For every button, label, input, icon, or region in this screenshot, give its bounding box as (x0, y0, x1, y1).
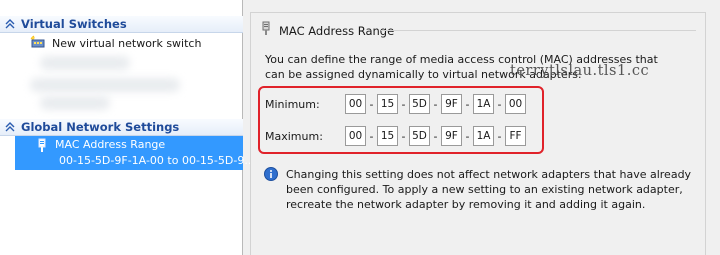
blurred-item (40, 96, 110, 110)
info-note: Changing this setting does not affect ne… (264, 167, 706, 212)
left-panel: Virtual Switches New virtual network swi… (0, 0, 255, 255)
max-octet-1[interactable]: 00 (345, 126, 366, 146)
min-octet-1[interactable]: 00 (345, 94, 366, 114)
separator: - (465, 97, 470, 111)
section-title-text: MAC Address Range (279, 23, 395, 38)
separator: - (401, 97, 406, 111)
separator: - (369, 129, 374, 143)
collapse-chevron-icon[interactable] (3, 120, 17, 134)
global-network-settings-title: Global Network Settings (21, 120, 180, 134)
mac-address-range-summary: 00-15-5D-9F-1A-00 to 00-15-5D-9... (59, 154, 255, 167)
network-adapter-icon (261, 21, 271, 40)
max-octet-4[interactable]: 9F (441, 126, 462, 146)
global-network-settings-header[interactable]: Global Network Settings (0, 119, 243, 136)
min-octet-5[interactable]: 1A (473, 94, 494, 114)
max-octet-5[interactable]: 1A (473, 126, 494, 146)
blurred-item (40, 56, 130, 70)
new-virtual-switch-label: New virtual network switch (52, 36, 202, 50)
maximum-row: Maximum: 00- 15- 5D - 9F - 1A - FF (265, 125, 526, 147)
minimum-label: Minimum: (265, 97, 320, 111)
separator: - (497, 97, 502, 111)
mac-address-range-label: MAC Address Range (55, 138, 166, 151)
max-octet-3[interactable]: 5D (409, 126, 430, 146)
min-octet-6[interactable]: 00 (505, 94, 526, 114)
network-adapter-icon (35, 138, 49, 157)
watermark: terrytlslau.tls1.cc (510, 63, 650, 79)
min-octet-4[interactable]: 9F (441, 94, 462, 114)
separator: - (433, 97, 438, 111)
blurred-item (30, 78, 180, 92)
separator: - (497, 129, 502, 143)
separator: - (465, 129, 470, 143)
info-text: Changing this setting does not affect ne… (286, 168, 692, 211)
settings-pane: MAC Address Range You can define the ran… (250, 12, 706, 255)
max-octet-6[interactable]: FF (505, 126, 526, 146)
collapse-chevron-icon[interactable] (3, 17, 17, 31)
max-octet-2[interactable]: 15 (377, 126, 398, 146)
maximum-label: Maximum: (265, 129, 323, 143)
virtual-switches-title: Virtual Switches (21, 17, 127, 31)
separator: - (433, 129, 438, 143)
virtual-switches-header[interactable]: Virtual Switches (0, 16, 243, 33)
min-octet-2[interactable]: 15 (377, 94, 398, 114)
title-divider (381, 30, 696, 31)
switch-icon (30, 35, 46, 51)
minimum-row: Minimum: 00- 15- 5D - 9F - 1A - 00 (265, 93, 526, 115)
info-icon (264, 167, 278, 212)
separator: - (401, 129, 406, 143)
separator: - (369, 97, 374, 111)
new-virtual-switch-item[interactable]: New virtual network switch (30, 34, 201, 52)
section-title: MAC Address Range (261, 21, 394, 40)
min-octet-3[interactable]: 5D (409, 94, 430, 114)
mac-address-range-item[interactable]: MAC Address Range 00-15-5D-9F-1A-00 to 0… (15, 136, 255, 170)
